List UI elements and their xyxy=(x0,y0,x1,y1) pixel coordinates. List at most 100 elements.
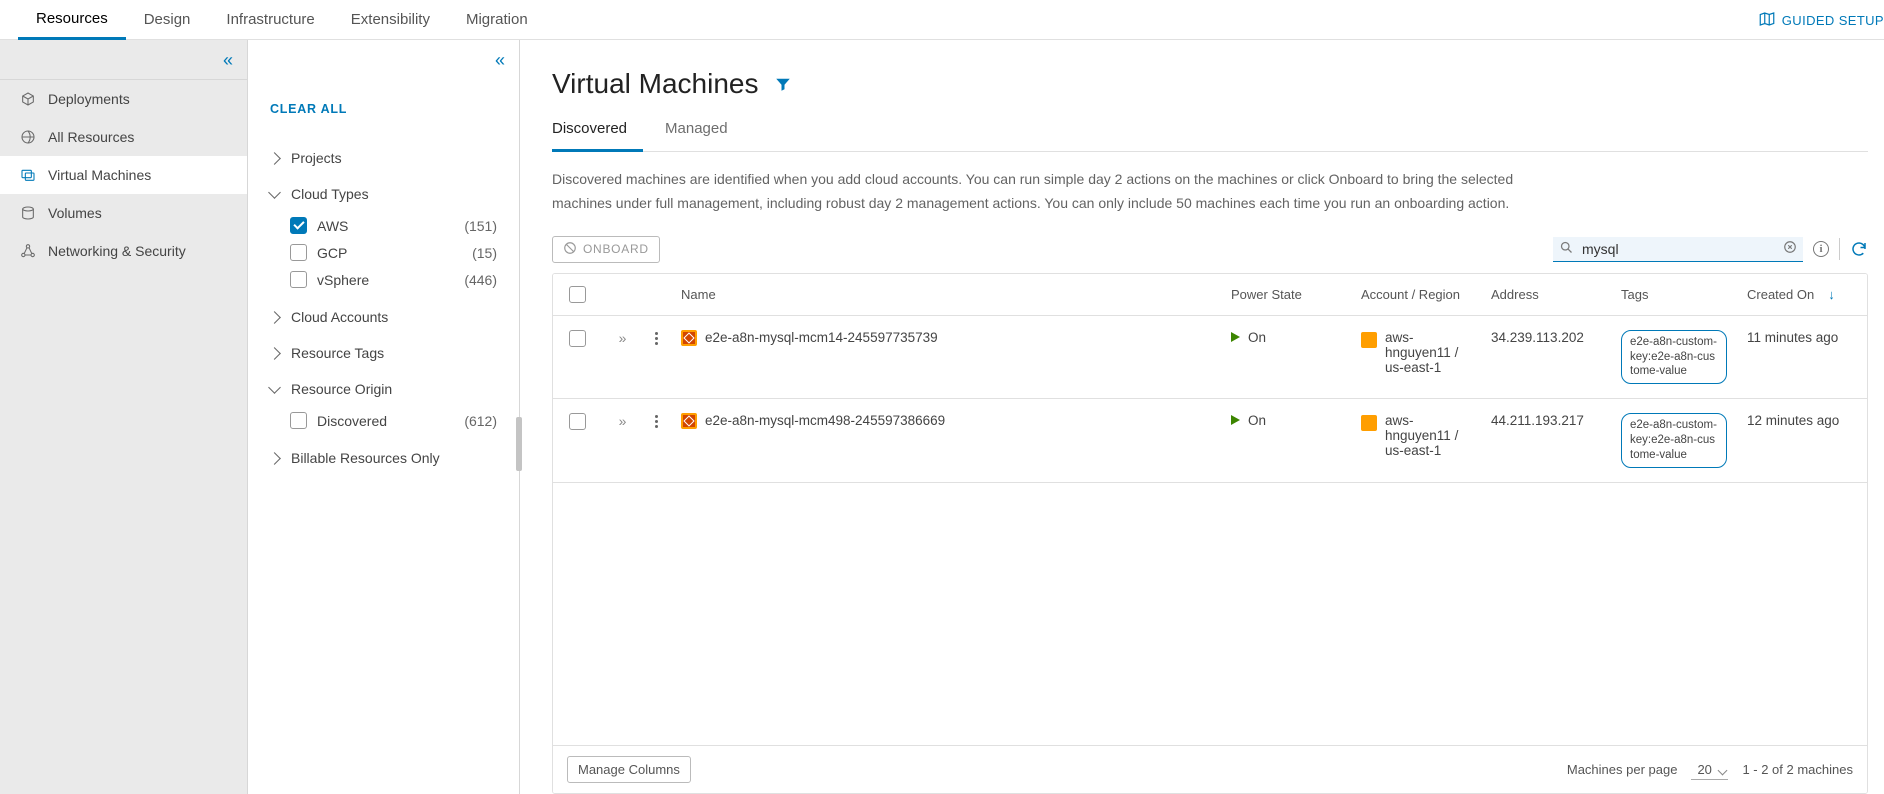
nav-label: Virtual Machines xyxy=(48,167,151,183)
toolbar-divider xyxy=(1839,238,1840,260)
table-row: » e2e-a8n-mysql-mcm14-245597735739 On aw… xyxy=(553,316,1867,400)
expand-header xyxy=(601,274,641,315)
row-address: 34.239.113.202 xyxy=(1491,330,1584,345)
checkbox-icon[interactable] xyxy=(290,244,307,261)
col-header-tags[interactable]: Tags xyxy=(1611,274,1737,315)
filter-projects-toggle[interactable]: Projects xyxy=(270,146,497,170)
row-name[interactable]: e2e-a8n-mysql-mcm498-245597386669 xyxy=(705,413,945,428)
nav-label: All Resources xyxy=(48,129,134,145)
checkbox-icon[interactable] xyxy=(569,286,586,303)
filter-label: Cloud Accounts xyxy=(291,309,388,325)
row-checkbox[interactable] xyxy=(569,330,586,347)
main-content: Virtual Machines Discovered Managed Disc… xyxy=(520,40,1884,794)
col-header-created-on[interactable]: Created On xyxy=(1737,274,1867,315)
filter-cloud-accounts-toggle[interactable]: Cloud Accounts xyxy=(270,305,497,329)
nav-deployments[interactable]: Deployments xyxy=(0,80,247,118)
top-tab-infrastructure[interactable]: Infrastructure xyxy=(208,0,332,40)
row-name[interactable]: e2e-a8n-mysql-mcm14-245597735739 xyxy=(705,330,938,345)
top-tab-extensibility[interactable]: Extensibility xyxy=(333,0,448,40)
col-header-address[interactable]: Address xyxy=(1481,274,1611,315)
menu-header xyxy=(641,274,671,315)
filter-opt-count: (446) xyxy=(464,272,497,288)
row-actions-menu[interactable] xyxy=(655,413,658,428)
table-footer: Manage Columns Machines per page 20 1 - … xyxy=(553,745,1867,793)
filter-option-aws[interactable]: AWS (151) xyxy=(270,212,497,239)
filter-label: Resource Origin xyxy=(291,381,392,397)
filter-opt-label: vSphere xyxy=(317,272,369,288)
search-icon xyxy=(1559,240,1574,258)
row-created: 12 minutes ago xyxy=(1747,413,1839,428)
per-page-select[interactable]: 20 xyxy=(1691,760,1728,780)
top-tab-resources[interactable]: Resources xyxy=(18,0,126,40)
nav-label: Networking & Security xyxy=(48,243,186,259)
per-page-label: Machines per page xyxy=(1567,762,1678,777)
vm-icon xyxy=(20,167,36,183)
sub-tab-discovered[interactable]: Discovered xyxy=(552,110,643,152)
guided-setup-label: GUIDED SETUP xyxy=(1782,13,1884,28)
filter-resource-origin-toggle[interactable]: Resource Origin xyxy=(270,377,497,401)
row-actions-menu[interactable] xyxy=(655,330,658,345)
col-header-power-state[interactable]: Power State xyxy=(1221,274,1351,315)
nav-virtual-machines[interactable]: Virtual Machines xyxy=(0,156,247,194)
side-nav-collapse[interactable]: « xyxy=(0,40,247,80)
search-field[interactable] xyxy=(1553,237,1803,262)
power-on-icon xyxy=(1231,332,1240,342)
instance-icon xyxy=(681,413,697,429)
filter-label: Billable Resources Only xyxy=(291,450,440,466)
row-tag[interactable]: e2e-a8n-custom-key:e2e-a8n-custome-value xyxy=(1621,330,1727,385)
col-header-account-region[interactable]: Account / Region xyxy=(1351,274,1481,315)
col-header-name[interactable]: Name xyxy=(671,274,1221,315)
row-power: On xyxy=(1248,413,1266,428)
filter-icon[interactable] xyxy=(774,68,792,100)
top-tab-migration[interactable]: Migration xyxy=(448,0,546,40)
manage-columns-button[interactable]: Manage Columns xyxy=(567,756,691,783)
chevron-right-icon xyxy=(268,452,281,465)
map-icon xyxy=(1758,10,1776,31)
nav-networking-security[interactable]: Networking & Security xyxy=(0,232,247,270)
aws-icon xyxy=(1361,332,1377,348)
expand-row-icon[interactable]: » xyxy=(619,413,624,429)
row-tag[interactable]: e2e-a8n-custom-key:e2e-a8n-custome-value xyxy=(1621,413,1727,468)
onboard-button[interactable]: ONBOARD xyxy=(552,236,660,263)
filter-panel-collapse[interactable]: « xyxy=(248,40,519,80)
row-power: On xyxy=(1248,330,1266,345)
nav-volumes[interactable]: Volumes xyxy=(0,194,247,232)
filter-resource-tags-toggle[interactable]: Resource Tags xyxy=(270,341,497,365)
filter-option-discovered[interactable]: Discovered (612) xyxy=(270,407,497,434)
row-checkbox[interactable] xyxy=(569,413,586,430)
sub-tab-managed[interactable]: Managed xyxy=(665,110,744,151)
sub-tabs: Discovered Managed xyxy=(552,110,1868,152)
filter-option-vsphere[interactable]: vSphere (446) xyxy=(270,266,497,293)
deployments-icon xyxy=(20,91,36,107)
top-tab-design[interactable]: Design xyxy=(126,0,209,40)
aws-icon xyxy=(1361,415,1377,431)
guided-setup-link[interactable]: GUIDED SETUP xyxy=(1758,0,1884,40)
checkbox-checked-icon[interactable] xyxy=(290,217,307,234)
filter-cloud-types-toggle[interactable]: Cloud Types xyxy=(270,182,497,206)
page-description: Discovered machines are identified when … xyxy=(552,168,1572,216)
top-tabs: Resources Design Infrastructure Extensib… xyxy=(0,0,1884,40)
filter-billable-toggle[interactable]: Billable Resources Only xyxy=(270,446,497,470)
table-header: Name Power State Account / Region Addres… xyxy=(553,274,1867,316)
select-all-header[interactable] xyxy=(553,274,601,315)
filter-label: Resource Tags xyxy=(291,345,384,361)
side-nav: « Deployments All Resources Virtual Mach… xyxy=(0,40,248,794)
checkbox-icon[interactable] xyxy=(290,271,307,288)
expand-row-icon[interactable]: » xyxy=(619,330,624,346)
filter-opt-label: AWS xyxy=(317,218,348,234)
chevron-right-icon xyxy=(268,152,281,165)
refresh-button[interactable] xyxy=(1850,240,1868,258)
nav-all-resources[interactable]: All Resources xyxy=(0,118,247,156)
toolbar: ONBOARD i xyxy=(552,236,1868,263)
filter-panel: « CLEAR ALL Projects Cloud Types AWS (15… xyxy=(248,40,520,794)
column-resize-handle[interactable] xyxy=(516,417,522,471)
clear-search-icon[interactable] xyxy=(1783,240,1797,257)
filter-label: Projects xyxy=(291,150,342,166)
clear-all-filters[interactable]: CLEAR ALL xyxy=(270,102,347,116)
info-icon[interactable]: i xyxy=(1813,241,1829,257)
checkbox-icon[interactable] xyxy=(290,412,307,429)
filter-option-gcp[interactable]: GCP (15) xyxy=(270,239,497,266)
chevron-right-icon xyxy=(268,347,281,360)
power-on-icon xyxy=(1231,415,1240,425)
search-input[interactable] xyxy=(1580,240,1777,258)
